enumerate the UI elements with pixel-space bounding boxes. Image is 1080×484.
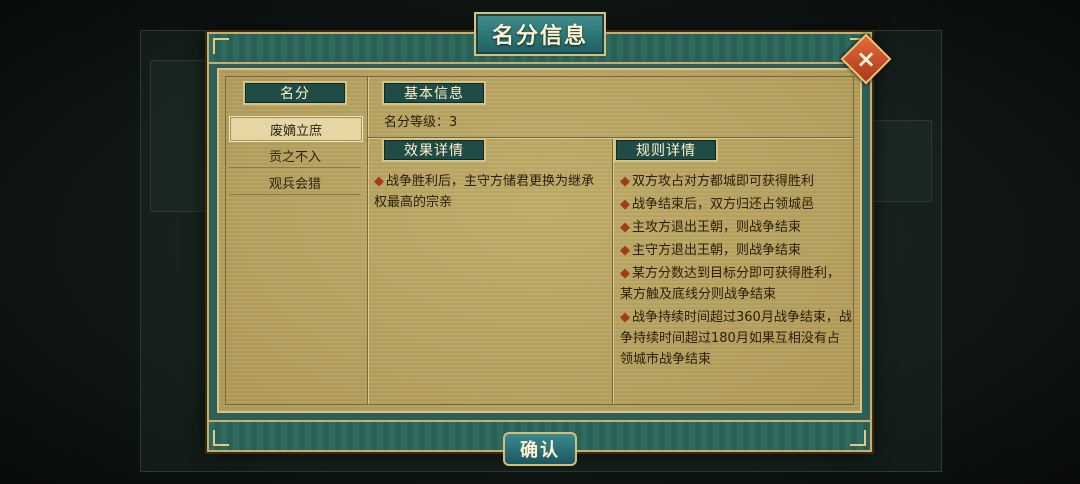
corner-ornament <box>213 38 229 54</box>
rule-item: 战争结束后，双方归还占领城邑 <box>620 194 852 215</box>
rule-item: 双方攻占对方都城即可获得胜利 <box>620 171 852 192</box>
background-panel-left <box>150 60 210 212</box>
dialog-title: 名分信息 <box>474 12 606 56</box>
background-panel-right <box>870 120 932 202</box>
rank-list-header: 名分 <box>243 81 347 105</box>
corner-ornament <box>850 430 866 446</box>
divider-left-column <box>367 77 369 404</box>
effects-list: 战争胜利后，主守方储君更换为继承权最高的宗亲 <box>374 171 602 213</box>
rule-item: 战争持续时间超过360月战争结束，战争持续时间超过180月如果互相没有占领城市战… <box>620 307 852 370</box>
rules-header: 规则详情 <box>614 138 718 162</box>
basic-info-header: 基本信息 <box>382 81 486 105</box>
rule-item: 主攻方退出王朝，则战争结束 <box>620 217 852 238</box>
rank-item-gong-zhi-bu-ru[interactable]: 贡之不入 <box>229 143 361 168</box>
rule-item: 主守方退出王朝，则战争结束 <box>620 240 852 261</box>
rule-item: 某方分数达到目标分即可获得胜利，某方触及底线分则战争结束 <box>620 263 852 305</box>
close-icon: × <box>855 45 877 73</box>
corner-ornament <box>213 430 229 446</box>
effect-item: 战争胜利后，主守方储君更换为继承权最高的宗亲 <box>374 174 594 210</box>
confirm-button[interactable]: 确认 <box>503 432 577 466</box>
rank-item-fei-di-li-shu[interactable]: 废嫡立庶 <box>229 116 363 142</box>
rules-list: 双方攻占对方都城即可获得胜利 战争结束后，双方归还占领城邑 主攻方退出王朝，则战… <box>620 171 852 372</box>
effects-header: 效果详情 <box>382 138 486 162</box>
rank-level-label: 名分等级： <box>384 115 450 130</box>
rank-level: 名分等级：3 <box>384 112 457 133</box>
rank-item-guan-bing-hui-lie[interactable]: 观兵会猎 <box>229 170 361 195</box>
rank-level-value: 3 <box>449 115 458 130</box>
divider-rules-column <box>612 137 614 404</box>
